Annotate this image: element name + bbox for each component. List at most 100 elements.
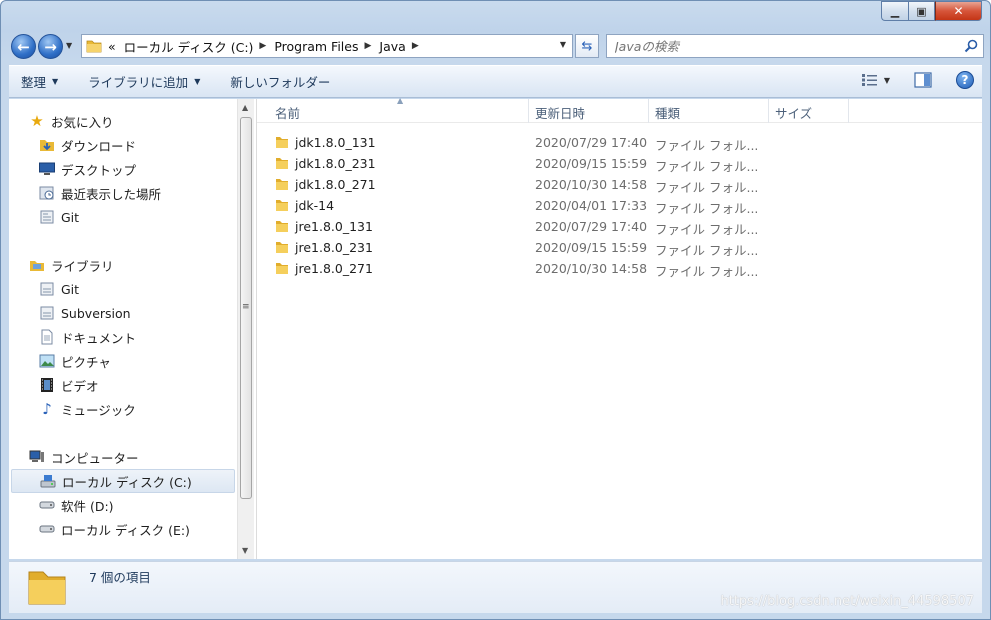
nav-item-label: ローカル ディスク (C:) <box>62 474 192 490</box>
column-header-modified[interactable]: 更新日時 <box>535 103 585 122</box>
folder-icon <box>275 240 289 257</box>
chevron-right-icon[interactable]: ▶ <box>412 41 419 51</box>
search-input[interactable] <box>615 38 955 54</box>
navigation-scrollbar[interactable]: ▲ ≡ ▼ <box>237 99 254 559</box>
refresh-icon: ⇆ <box>581 38 593 54</box>
file-row[interactable]: jdk1.8.0_271 2020/10/30 14:58 ファイル フォル..… <box>257 174 857 195</box>
minimize-button[interactable]: ▁ <box>881 1 908 21</box>
breadcrumb-program-files[interactable]: Program Files <box>274 39 358 54</box>
nav-item-local-disk-e[interactable]: ローカル ディスク (E:) <box>9 517 237 541</box>
file-name: jdk1.8.0_271 <box>295 177 376 192</box>
column-divider[interactable] <box>528 99 529 123</box>
help-icon[interactable]: ? <box>956 71 974 89</box>
breadcrumb-java[interactable]: Java <box>379 39 405 54</box>
nav-favorites[interactable]: ★ お気に入り <box>9 109 237 133</box>
search-box[interactable] <box>606 34 984 58</box>
recent-pages-dropdown[interactable]: ▼ <box>66 41 72 50</box>
nav-item-music[interactable]: ♪ ミュージック <box>9 397 237 421</box>
refresh-button[interactable]: ⇆ <box>575 34 599 58</box>
nav-item-drive-d[interactable]: 软件 (D:) <box>9 493 237 517</box>
add-to-library-menu[interactable]: ライブラリに追加 ▼ <box>76 72 212 91</box>
scrollbar-thumb[interactable]: ≡ <box>240 117 252 499</box>
drive-icon <box>39 497 55 513</box>
change-view-button[interactable]: ▼ <box>861 74 890 86</box>
command-bar: 整理 ▼ ライブラリに追加 ▼ 新しいフォルダー ▼ ? <box>9 65 982 98</box>
view-list-icon <box>861 74 877 86</box>
scroll-down-icon[interactable]: ▼ <box>242 546 248 555</box>
picture-icon <box>39 353 55 369</box>
nav-item-label: ミュージック <box>61 402 136 418</box>
nav-libraries[interactable]: ライブラリ <box>9 253 237 277</box>
search-icon[interactable] <box>964 39 978 53</box>
column-header-type[interactable]: 種類 <box>655 103 680 122</box>
computer-group: コンピューター ローカル ディスク (C:) 软件 (D:) ローカル ディスク… <box>9 445 237 541</box>
folder-icon <box>86 40 102 53</box>
file-type: ファイル フォル... <box>655 159 759 174</box>
column-divider[interactable] <box>768 99 769 123</box>
favorites-group: ★ お気に入り ダウンロード デスクトップ 最近表示した場所 Git <box>9 109 237 229</box>
desktop-icon <box>39 161 55 177</box>
nav-item-label: お気に入り <box>51 114 114 130</box>
file-type: ファイル フォル... <box>655 243 759 258</box>
caret-down-icon: ▼ <box>52 77 59 86</box>
file-row[interactable]: jdk-14 2020/04/01 17:33 ファイル フォル... <box>257 195 857 216</box>
forward-button[interactable]: → <box>38 34 63 59</box>
nav-item-git-library[interactable]: Git <box>9 277 237 301</box>
video-icon <box>39 377 55 393</box>
file-list: ▲ 名前 更新日時 種類 サイズ jdk1.8.0_131 2020/07/29… <box>256 96 982 559</box>
column-header-name[interactable]: 名前 <box>275 103 300 122</box>
file-row[interactable]: jdk1.8.0_131 2020/07/29 17:40 ファイル フォル..… <box>257 132 857 153</box>
organize-menu[interactable]: 整理 ▼ <box>9 72 70 91</box>
computer-icon <box>29 449 45 465</box>
file-modified: 2020/07/29 17:40 <box>535 219 648 234</box>
nav-item-label: ドキュメント <box>61 330 137 346</box>
arrow-right-icon: → <box>44 37 57 56</box>
nav-item-recent-places[interactable]: 最近表示した場所 <box>9 181 237 205</box>
nav-item-subversion[interactable]: Subversion <box>9 301 237 325</box>
folder-icon <box>275 261 289 278</box>
address-bar[interactable]: « ローカル ディスク (C:) ▶ Program Files ▶ Java … <box>81 34 573 58</box>
folder-icon <box>275 219 289 236</box>
libraries-group: ライブラリ Git Subversion ドキュメント ピクチャ ビデオ ♪ ミ… <box>9 253 237 421</box>
close-button[interactable]: ✕ <box>935 1 982 21</box>
preview-pane-icon[interactable] <box>914 72 932 88</box>
back-button[interactable]: ← <box>11 34 36 59</box>
nav-item-label: ピクチャ <box>61 354 111 370</box>
nav-item-label: コンピューター <box>51 450 139 466</box>
file-row[interactable]: jre1.8.0_271 2020/10/30 14:58 ファイル フォル..… <box>257 258 857 279</box>
nav-item-documents[interactable]: ドキュメント <box>9 325 237 349</box>
file-row[interactable]: jre1.8.0_231 2020/09/15 15:59 ファイル フォル..… <box>257 237 857 258</box>
file-row[interactable]: jre1.8.0_131 2020/07/29 17:40 ファイル フォル..… <box>257 216 857 237</box>
folder-shortcut-icon <box>39 209 55 225</box>
new-folder-button[interactable]: 新しいフォルダー <box>218 72 342 91</box>
nav-item-videos[interactable]: ビデオ <box>9 373 237 397</box>
drive-icon <box>39 521 55 537</box>
nav-item-desktop[interactable]: デスクトップ <box>9 157 237 181</box>
column-header-size[interactable]: サイズ <box>775 103 812 122</box>
nav-computer[interactable]: コンピューター <box>9 445 237 469</box>
maximize-icon: ▣ <box>916 4 927 18</box>
nav-item-pictures[interactable]: ピクチャ <box>9 349 237 373</box>
chevron-down-icon[interactable]: ▼ <box>560 40 566 49</box>
file-name: jre1.8.0_131 <box>295 219 373 234</box>
window-controls: ▁ ▣ ✕ <box>881 1 982 21</box>
nav-item-downloads[interactable]: ダウンロード <box>9 133 237 157</box>
chevron-right-icon[interactable]: ▶ <box>365 41 372 51</box>
chevron-right-icon[interactable]: ▶ <box>259 41 266 51</box>
file-type: ファイル フォル... <box>655 222 759 237</box>
folder-icon <box>275 135 289 152</box>
nav-item-git-favorite[interactable]: Git <box>9 205 237 229</box>
column-divider[interactable] <box>648 99 649 123</box>
nav-item-label: ライブラリ <box>51 258 114 274</box>
breadcrumb-overflow[interactable]: « <box>108 39 116 54</box>
breadcrumb-local-disk-c[interactable]: ローカル ディスク (C:) <box>124 37 254 56</box>
nav-item-local-disk-c[interactable]: ローカル ディスク (C:) <box>11 469 235 493</box>
recent-places-icon <box>39 185 55 201</box>
maximize-button[interactable]: ▣ <box>908 1 935 21</box>
column-divider[interactable] <box>848 99 849 123</box>
nav-item-label: Git <box>61 209 80 225</box>
scroll-up-icon[interactable]: ▲ <box>242 103 248 112</box>
file-row[interactable]: jdk1.8.0_231 2020/09/15 15:59 ファイル フォル..… <box>257 153 857 174</box>
content-area: ★ お気に入り ダウンロード デスクトップ 最近表示した場所 Git ライブラリ… <box>9 96 982 559</box>
explorer-window: ▁ ▣ ✕ ← → ▼ « ローカル ディスク (C:) ▶ Program F… <box>0 0 991 620</box>
